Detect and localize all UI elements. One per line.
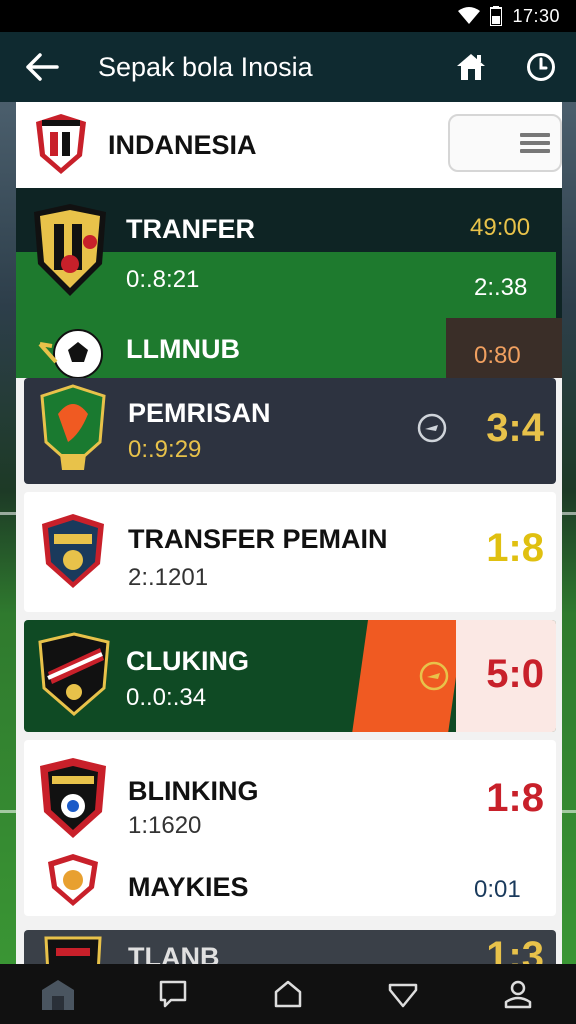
match-score: 0:01	[474, 876, 521, 903]
match-time: 1:1620	[128, 812, 202, 839]
user-icon	[505, 980, 532, 1009]
arrow-left-icon	[26, 53, 59, 81]
stadium-home-icon	[41, 980, 74, 1010]
nav-home[interactable]	[18, 964, 98, 1024]
battery-icon	[490, 6, 503, 26]
team-name: MAYKIES	[128, 872, 249, 902]
football-icon	[38, 329, 103, 378]
app-bar: Sepak bola Inosia	[0, 32, 576, 102]
menu-button[interactable]	[448, 114, 562, 172]
team-name: TRANFER	[126, 214, 255, 244]
match-time: 0..0:.34	[126, 684, 207, 711]
match-score: 3:4	[486, 406, 544, 450]
team-name: CLUKING	[126, 646, 249, 676]
chat-bubble-icon	[159, 980, 187, 1008]
league-name: INDANESIA	[108, 130, 257, 160]
match-time: 0:.9:29	[128, 436, 202, 463]
match-row[interactable]: CLUKING 0..0:.34 5:0	[24, 620, 556, 732]
team-crest-icon	[44, 936, 102, 964]
match-score: 49:00	[470, 214, 531, 241]
back-button[interactable]	[0, 32, 84, 102]
team-name: TLANB	[128, 942, 220, 964]
team-crest-icon	[48, 854, 98, 906]
match-time: 2:.1201	[128, 564, 209, 591]
team-name: PEMRISAN	[128, 398, 271, 428]
status-bar: 17:30	[0, 0, 576, 32]
team-crest-icon	[40, 384, 106, 470]
bottom-navigation	[0, 964, 576, 1024]
team-crest-icon	[40, 758, 106, 838]
home-icon	[457, 54, 485, 80]
match-score: 0:80	[474, 342, 521, 369]
home-button[interactable]	[436, 32, 506, 102]
team-crest-icon	[42, 514, 104, 588]
team-name: TRANSFER PEMAIN	[128, 524, 388, 554]
match-score: 1:8	[486, 776, 544, 820]
nav-chat[interactable]	[133, 964, 213, 1024]
whistle-icon	[419, 661, 449, 691]
nav-home-outline[interactable]	[248, 964, 328, 1024]
page-title: Sepak bola Inosia	[98, 51, 313, 82]
shield-icon	[388, 983, 418, 1008]
match-score: 5:0	[486, 652, 544, 696]
match-row[interactable]: TRANFER 0:.8:21 49:00 2:.38 LLMNUB 0:80	[16, 188, 562, 378]
match-panel: INDANESIA TRANFER 0:.8:21 49:00 2:.38 LL…	[16, 102, 562, 964]
team-name: BLINKING	[128, 776, 259, 806]
match-row[interactable]: TLANB 1:3	[24, 930, 556, 964]
league-crest-icon	[36, 114, 86, 174]
match-time: 0:.8:21	[126, 266, 200, 293]
match-row[interactable]: TRANSFER PEMAIN 2:.1201 1:8	[24, 492, 556, 612]
match-score: 1:8	[486, 526, 544, 570]
team-crest-icon	[34, 204, 106, 296]
match-row[interactable]: PEMRISAN 0:.9:29 3:4	[24, 378, 556, 484]
match-score: 1:3	[486, 934, 544, 964]
match-score-secondary: 2:.38	[474, 274, 528, 301]
history-button[interactable]	[506, 32, 576, 102]
clock-icon	[527, 53, 555, 81]
league-header: INDANESIA	[16, 102, 562, 188]
hamburger-menu-icon	[520, 133, 550, 153]
wifi-icon	[458, 7, 481, 24]
team-crest-icon	[38, 632, 110, 716]
home-outline-icon	[274, 980, 302, 1008]
team-name: LLMNUB	[126, 334, 240, 364]
whistle-icon	[417, 413, 447, 443]
match-row[interactable]: BLINKING 1:1620 1:8 MAYKIES 0:01	[24, 740, 556, 916]
status-clock: 17:30	[512, 5, 560, 26]
nav-shield[interactable]	[363, 964, 443, 1024]
nav-profile[interactable]	[478, 964, 558, 1024]
